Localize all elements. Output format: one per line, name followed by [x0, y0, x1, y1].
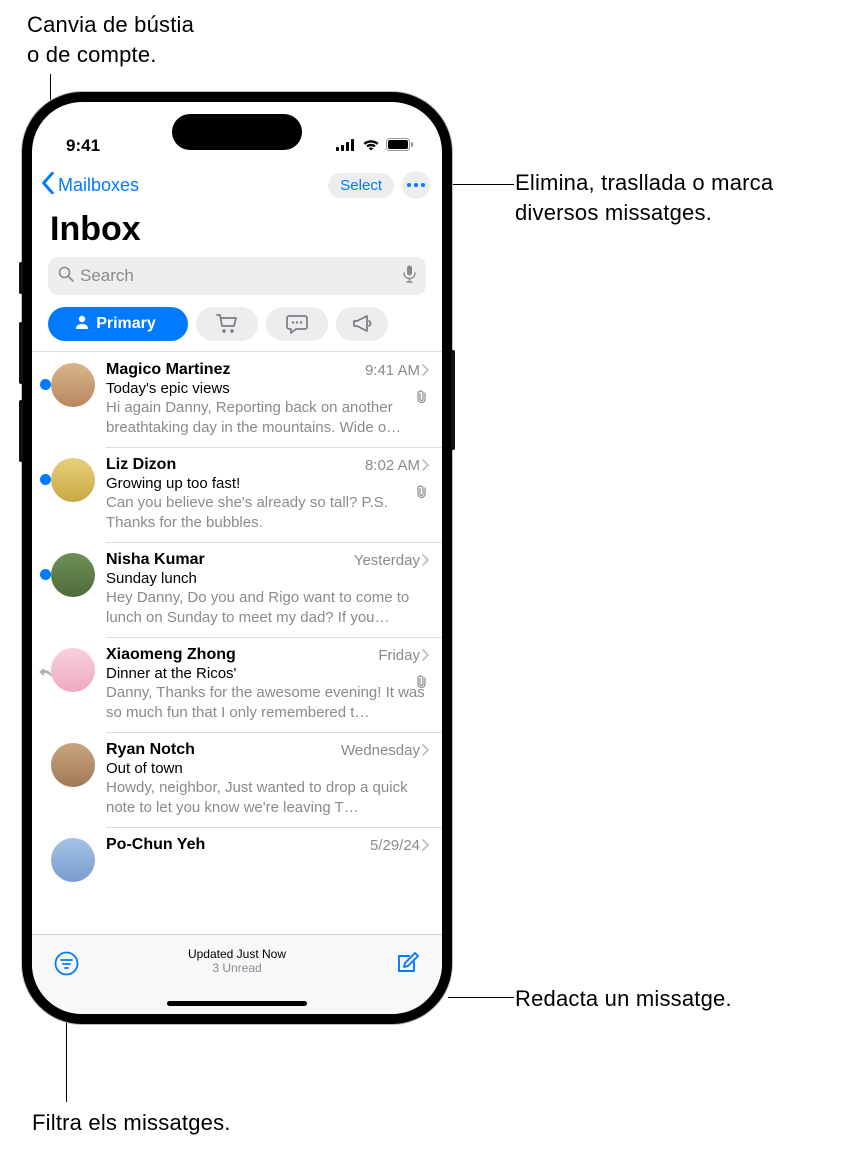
chevron-right-icon	[422, 554, 430, 566]
bottom-toolbar: Updated Just Now 3 Unread	[32, 934, 442, 1014]
callout-select-multiple: Elimina, trasllada o marca diversos miss…	[515, 168, 773, 227]
sender-name: Magico Martinez	[106, 361, 230, 379]
unread-count: 3 Unread	[188, 961, 286, 975]
compose-icon	[395, 951, 420, 976]
category-primary[interactable]: Primary	[48, 307, 188, 341]
status-time: 9:41	[66, 136, 100, 156]
category-updates[interactable]	[266, 307, 328, 341]
cellular-icon	[336, 136, 356, 156]
attachment-icon	[416, 390, 428, 404]
category-transactions[interactable]	[196, 307, 258, 341]
page-title: Inbox	[32, 206, 442, 255]
wifi-icon	[362, 136, 380, 156]
avatar	[51, 363, 95, 407]
person-icon	[74, 314, 90, 335]
chat-icon	[286, 314, 308, 334]
sender-name: Po-Chun Yeh	[106, 836, 205, 854]
message-date: 5/29/24	[370, 837, 420, 854]
callout-filter: Filtra els missatges.	[32, 1108, 231, 1138]
chevron-right-icon	[422, 364, 430, 376]
more-button[interactable]	[402, 171, 430, 199]
avatar	[51, 743, 95, 787]
message-preview: Hey Danny, Do you and Rigo want to come …	[106, 588, 430, 627]
message-row[interactable]: Xiaomeng Zhong Friday Dinner at the Rico…	[32, 637, 442, 732]
unread-dot	[40, 474, 51, 485]
megaphone-icon	[351, 314, 373, 334]
sender-name: Ryan Notch	[106, 741, 195, 759]
message-preview: Can you believe she's already so tall? P…	[106, 493, 430, 532]
category-promotions[interactable]	[336, 307, 388, 341]
message-row[interactable]: Po-Chun Yeh 5/29/24	[32, 827, 442, 882]
screen: 9:41 Mailboxes Se	[32, 102, 442, 1014]
sender-name: Liz Dizon	[106, 456, 176, 474]
ellipsis-icon	[407, 183, 425, 187]
cart-icon	[216, 314, 238, 334]
unread-dot	[40, 379, 51, 390]
sender-name: Nisha Kumar	[106, 551, 205, 569]
avatar	[51, 553, 95, 597]
search-icon	[58, 266, 74, 287]
search-input[interactable]: Search	[48, 257, 426, 295]
search-placeholder: Search	[80, 266, 397, 286]
dynamic-island	[172, 114, 302, 150]
message-preview: Hi again Danny, Reporting back on anothe…	[106, 398, 430, 437]
attachment-icon	[416, 675, 428, 689]
message-subject: Today's epic views	[106, 380, 430, 397]
sender-name: Xiaomeng Zhong	[106, 646, 236, 664]
chevron-right-icon	[422, 459, 430, 471]
nav-bar: Mailboxes Select	[32, 162, 442, 206]
avatar	[51, 458, 95, 502]
avatar	[51, 838, 95, 882]
iphone-frame: 9:41 Mailboxes Se	[22, 92, 452, 1024]
message-row[interactable]: Ryan Notch Wednesday Out of town Howdy, …	[32, 732, 442, 827]
category-primary-label: Primary	[96, 315, 156, 333]
message-date: Friday	[378, 647, 420, 664]
chevron-left-icon	[40, 172, 56, 199]
home-indicator[interactable]	[167, 1001, 307, 1006]
message-row[interactable]: Liz Dizon 8:02 AM Growing up too fast! C…	[32, 447, 442, 542]
compose-button[interactable]	[395, 945, 420, 981]
filter-icon	[54, 951, 79, 976]
message-preview: Danny, Thanks for the awesome evening! I…	[106, 683, 430, 722]
avatar	[51, 648, 95, 692]
callout-compose: Redacta un missatge.	[515, 984, 732, 1014]
message-subject: Growing up too fast!	[106, 475, 430, 492]
message-subject: Sunday lunch	[106, 570, 430, 587]
back-label: Mailboxes	[58, 175, 139, 196]
category-row: Primary	[32, 305, 442, 351]
chevron-right-icon	[422, 839, 430, 851]
toolbar-status: Updated Just Now 3 Unread	[188, 945, 286, 975]
filter-button[interactable]	[54, 945, 79, 981]
select-button[interactable]: Select	[328, 173, 394, 198]
unread-dot	[40, 569, 51, 580]
message-date: Wednesday	[341, 742, 420, 759]
message-row[interactable]: Nisha Kumar Yesterday Sunday lunch Hey D…	[32, 542, 442, 637]
message-subject: Dinner at the Ricos'	[106, 665, 430, 682]
updated-label: Updated Just Now	[188, 947, 286, 961]
message-date: 9:41 AM	[365, 362, 420, 379]
back-button[interactable]: Mailboxes	[40, 172, 139, 199]
battery-icon	[386, 136, 414, 156]
message-date: Yesterday	[354, 552, 420, 569]
message-subject: Out of town	[106, 760, 430, 777]
chevron-right-icon	[422, 649, 430, 661]
message-preview: Howdy, neighbor, Just wanted to drop a q…	[106, 778, 430, 817]
message-list[interactable]: Magico Martinez 9:41 AM Today's epic vie…	[32, 351, 442, 969]
message-date: 8:02 AM	[365, 457, 420, 474]
callout-switch-mailbox: Canvia de bústia o de compte.	[27, 10, 194, 69]
reply-icon	[38, 666, 53, 684]
attachment-icon	[416, 485, 428, 499]
chevron-right-icon	[422, 744, 430, 756]
mic-icon[interactable]	[403, 265, 416, 288]
message-row[interactable]: Magico Martinez 9:41 AM Today's epic vie…	[32, 352, 442, 447]
